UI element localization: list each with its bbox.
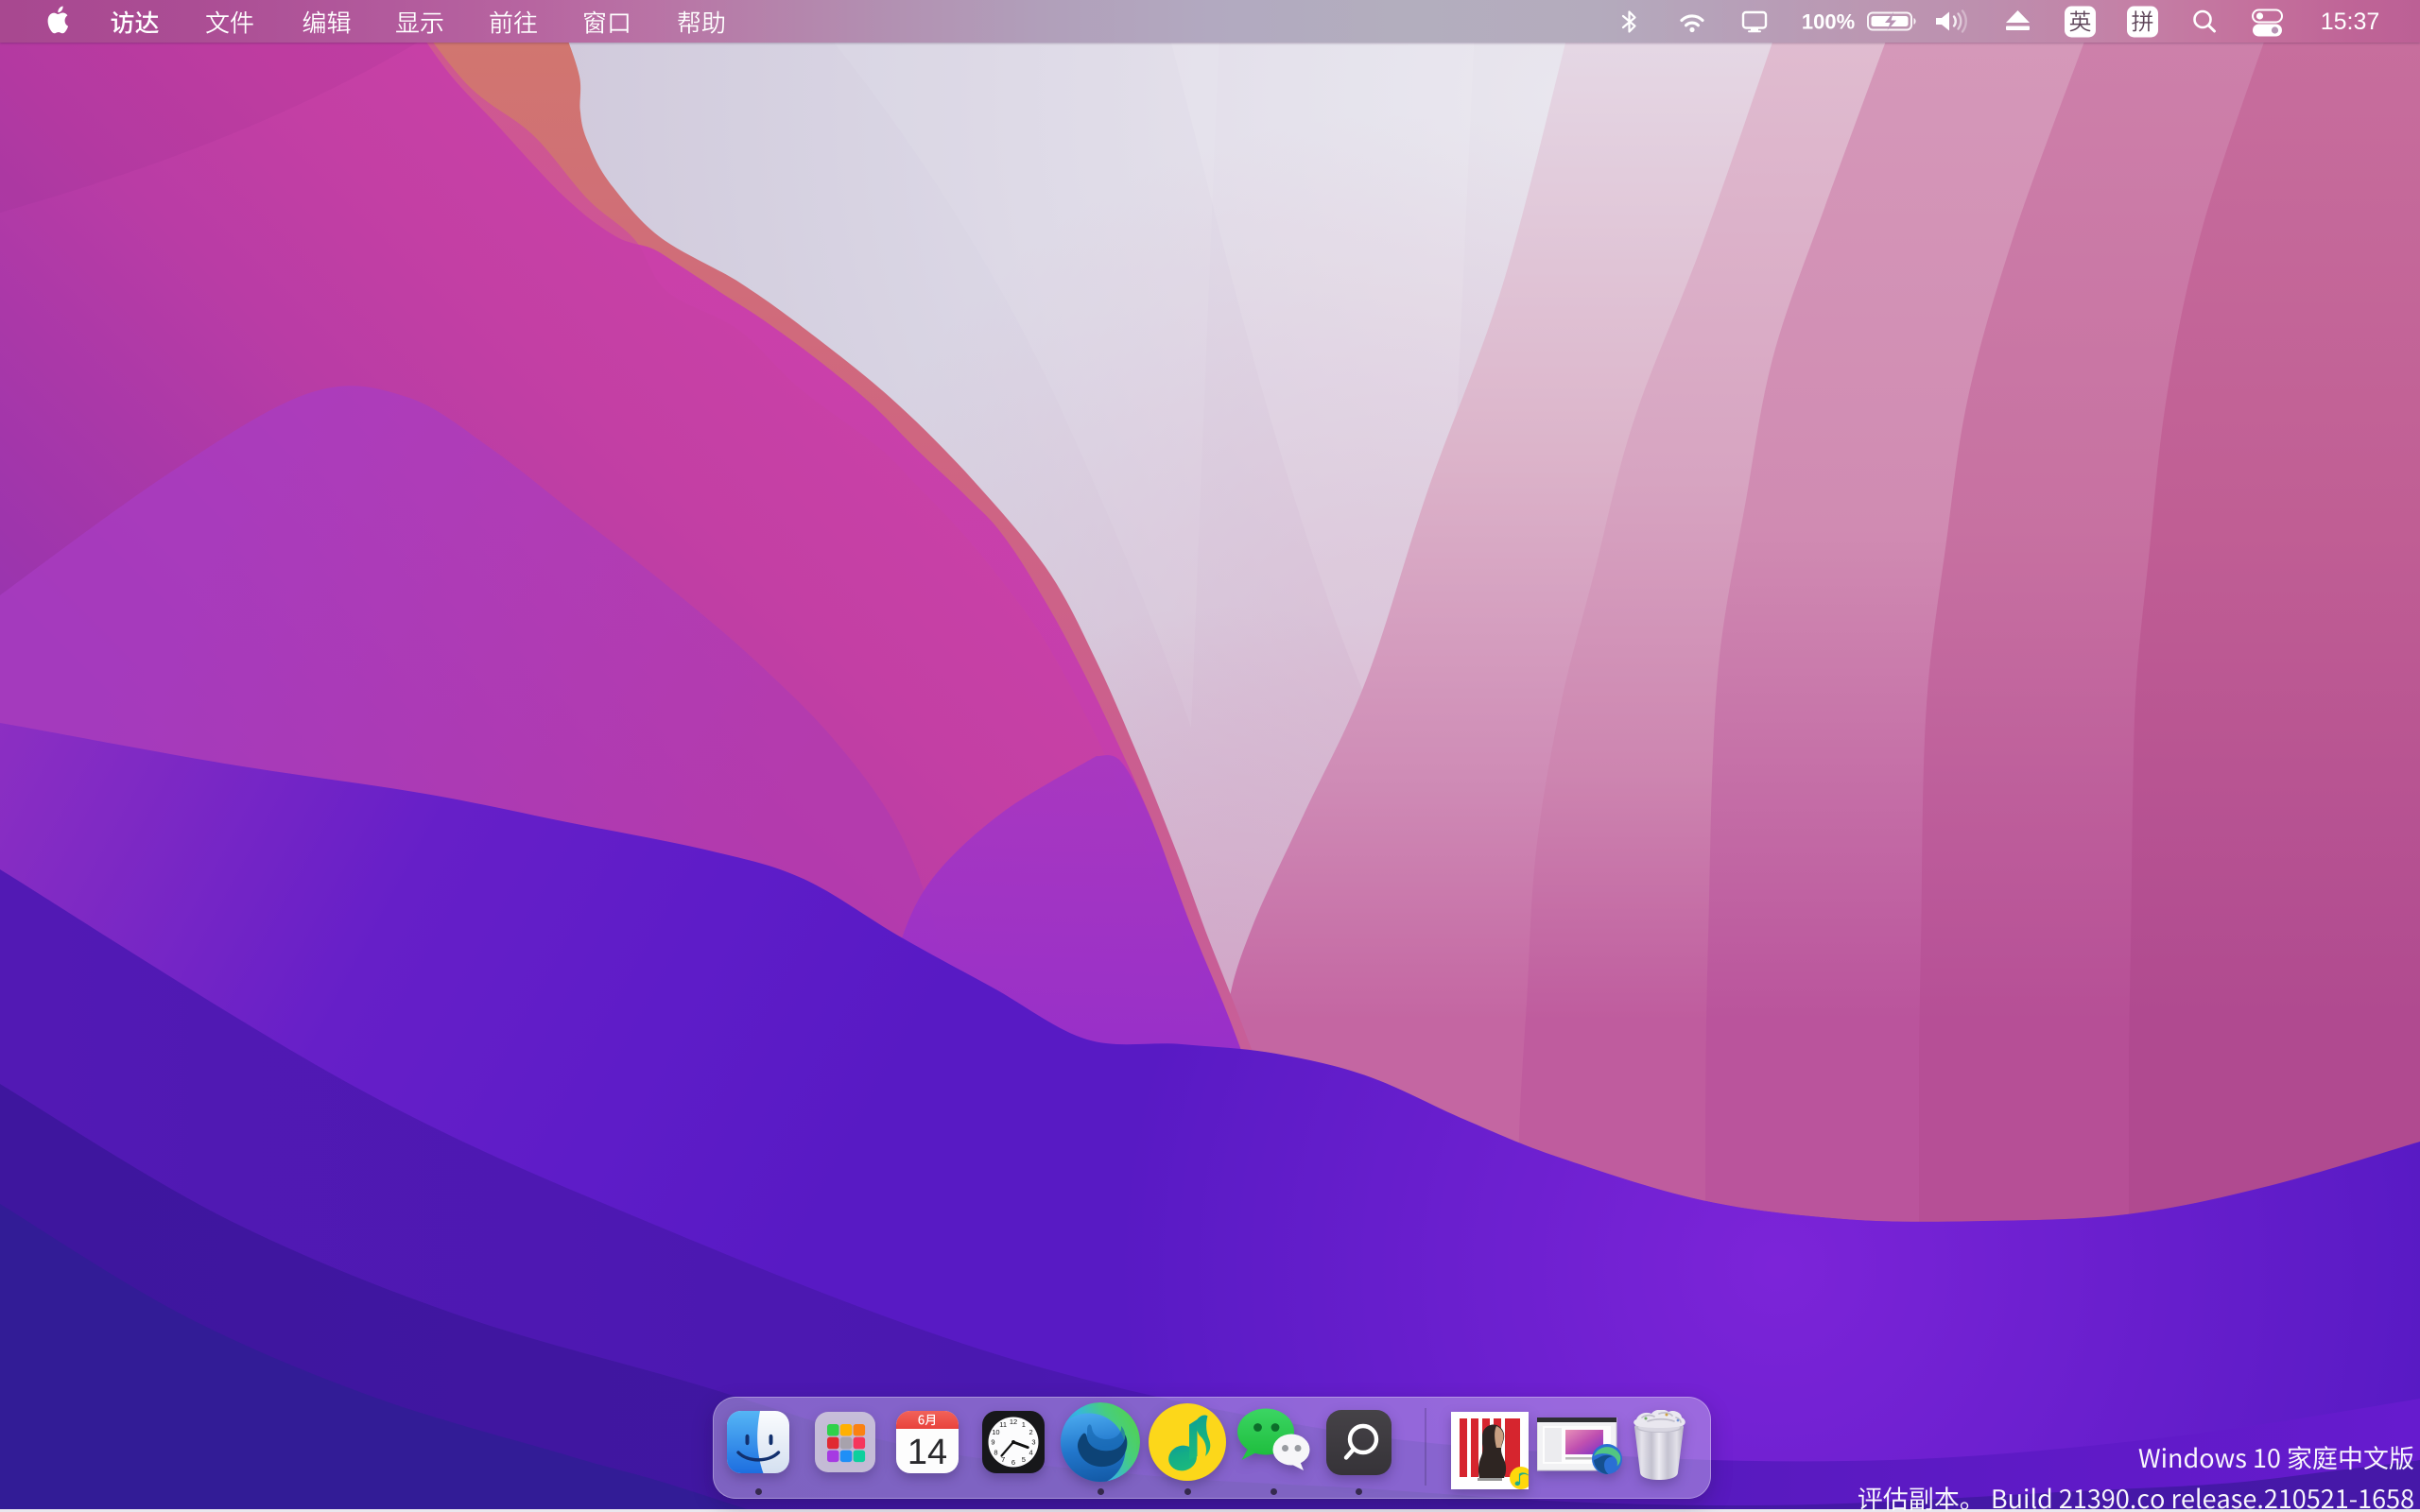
svg-text:14: 14: [908, 1433, 947, 1472]
svg-text:4: 4: [1029, 1448, 1033, 1456]
svg-text:9: 9: [991, 1438, 994, 1447]
svg-text:3: 3: [1031, 1438, 1035, 1447]
svg-text:8: 8: [994, 1448, 997, 1456]
svg-text:2: 2: [1029, 1428, 1033, 1436]
svg-text:5: 5: [1022, 1455, 1026, 1464]
svg-text:1: 1: [1022, 1420, 1026, 1429]
svg-text:10: 10: [992, 1428, 999, 1436]
svg-text:6: 6: [1011, 1458, 1015, 1467]
svg-text:11: 11: [999, 1420, 1007, 1429]
svg-text:12: 12: [1010, 1418, 1017, 1426]
